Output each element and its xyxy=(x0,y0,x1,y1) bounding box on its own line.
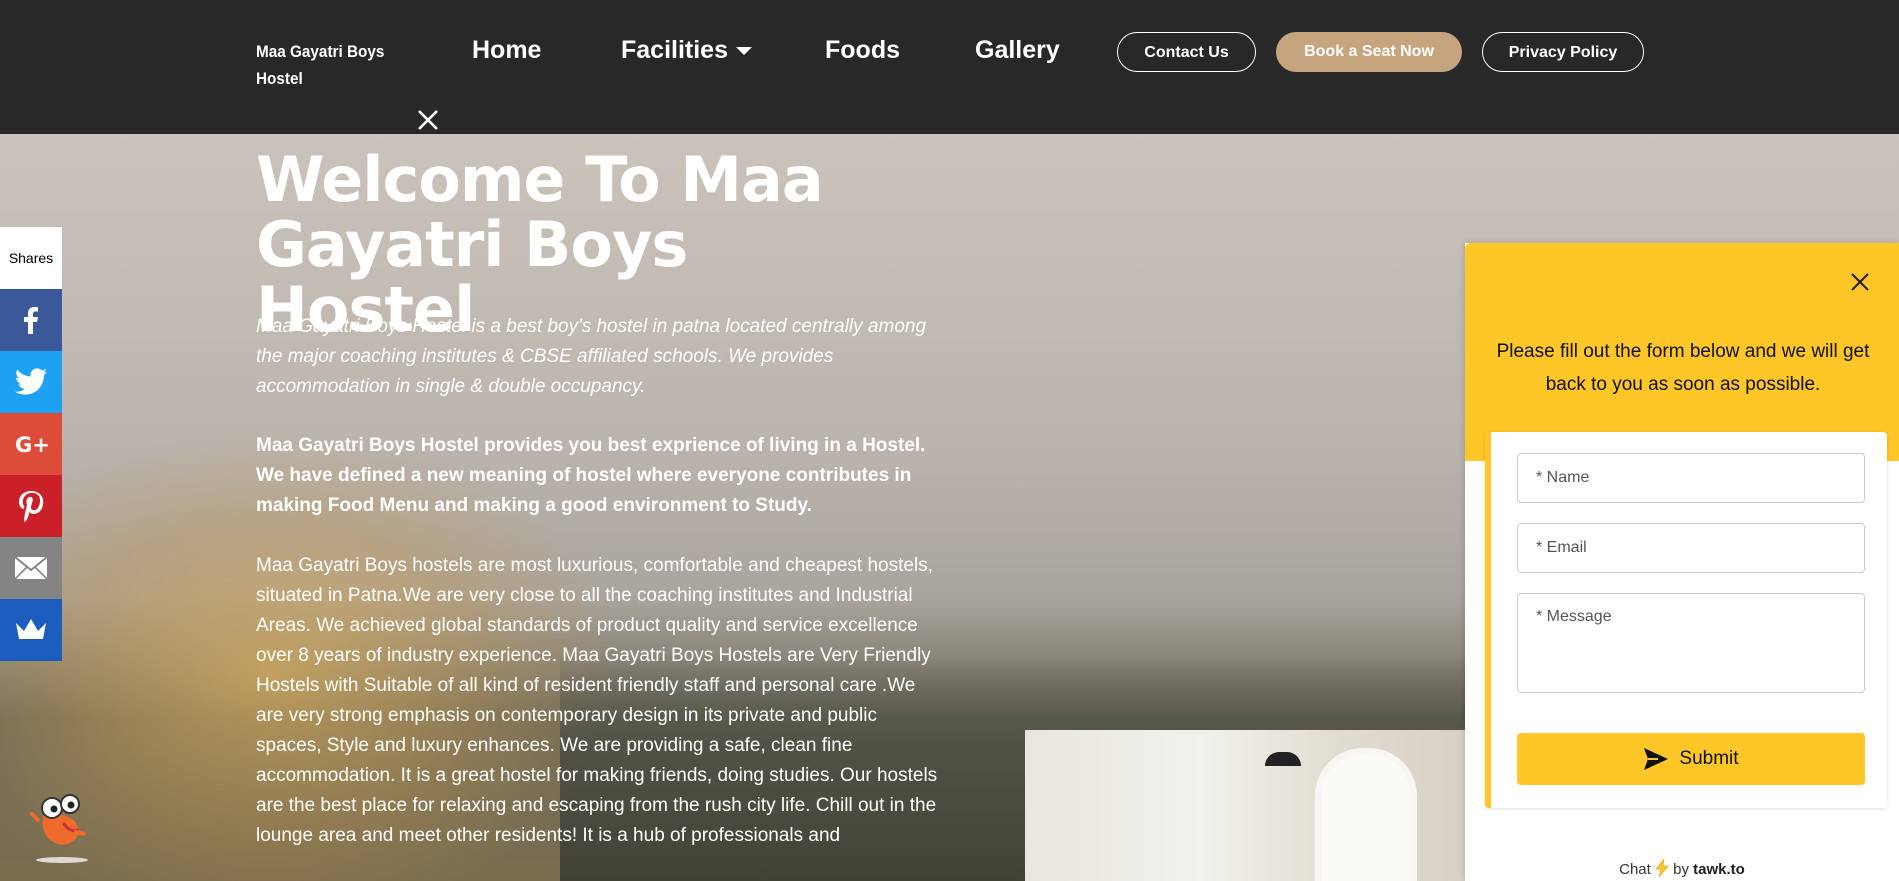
share-sumome-button[interactable] xyxy=(0,599,62,661)
hero-highlight-text: Maa Gayatri Boys Hostel provides you bes… xyxy=(256,435,926,516)
close-icon[interactable] xyxy=(1849,271,1871,293)
pinterest-icon xyxy=(19,491,44,522)
close-icon[interactable] xyxy=(414,106,442,134)
nav-link-facilities[interactable]: Facilities xyxy=(621,36,752,65)
share-pinterest-button[interactable] xyxy=(0,475,62,537)
site-brand[interactable]: Maa Gayatri Boys Hostel xyxy=(256,38,391,92)
caret-down-icon xyxy=(736,47,752,56)
hero-intro-text: Maa Gayatri Boys Hostel is a best boy's … xyxy=(256,316,927,397)
window-shape xyxy=(1315,748,1417,881)
chat-widget-panel: Please fill out the form below and we wi… xyxy=(1465,243,1899,881)
share-google-plus-button[interactable]: G+ xyxy=(0,413,62,475)
tawk-brand: tawk.to xyxy=(1693,861,1745,878)
contact-us-button[interactable]: Contact Us xyxy=(1117,32,1256,72)
email-field[interactable] xyxy=(1517,523,1865,573)
chat-powered-by[interactable]: Chat by tawk.to xyxy=(1465,857,1899,878)
name-field[interactable] xyxy=(1517,453,1865,503)
google-plus-icon: G+ xyxy=(15,433,48,456)
chat-form: Submit xyxy=(1485,432,1887,808)
submit-label: Submit xyxy=(1679,748,1739,769)
svg-text:G+: G+ xyxy=(15,433,48,456)
message-field[interactable] xyxy=(1517,593,1865,693)
room-photo xyxy=(1025,730,1465,881)
share-email-button[interactable] xyxy=(0,537,62,599)
top-navbar: Maa Gayatri Boys Hostel Home Facilities … xyxy=(0,0,1899,134)
submit-button[interactable]: Submit xyxy=(1517,733,1865,785)
nav-link-facilities-label: Facilities xyxy=(621,36,728,64)
send-icon xyxy=(1644,748,1669,770)
crown-icon xyxy=(16,619,46,639)
share-facebook-button[interactable] xyxy=(0,289,62,351)
nav-link-home[interactable]: Home xyxy=(472,36,541,65)
email-icon xyxy=(14,556,48,580)
lamp-shape xyxy=(1265,752,1301,766)
social-share-bar: Shares G+ xyxy=(0,227,62,661)
facebook-icon xyxy=(24,307,38,334)
book-seat-button[interactable]: Book a Seat Now xyxy=(1276,32,1462,72)
chat-form-message: Please fill out the form below and we wi… xyxy=(1496,341,1870,395)
lightning-icon xyxy=(1655,857,1669,878)
chat-widget-header: Please fill out the form below and we wi… xyxy=(1465,243,1899,461)
chat-footer-by: by xyxy=(1673,861,1689,878)
twitter-icon xyxy=(15,368,47,395)
chat-mascot-icon[interactable] xyxy=(30,784,94,866)
chat-footer-prefix: Chat xyxy=(1619,861,1651,878)
nav-link-gallery[interactable]: Gallery xyxy=(975,36,1060,65)
share-twitter-button[interactable] xyxy=(0,351,62,413)
shares-label: Shares xyxy=(0,227,62,289)
hero-body-text: Maa Gayatri Boys hostels are most luxuri… xyxy=(256,555,938,846)
privacy-policy-button[interactable]: Privacy Policy xyxy=(1482,32,1644,72)
nav-link-foods[interactable]: Foods xyxy=(825,36,900,65)
